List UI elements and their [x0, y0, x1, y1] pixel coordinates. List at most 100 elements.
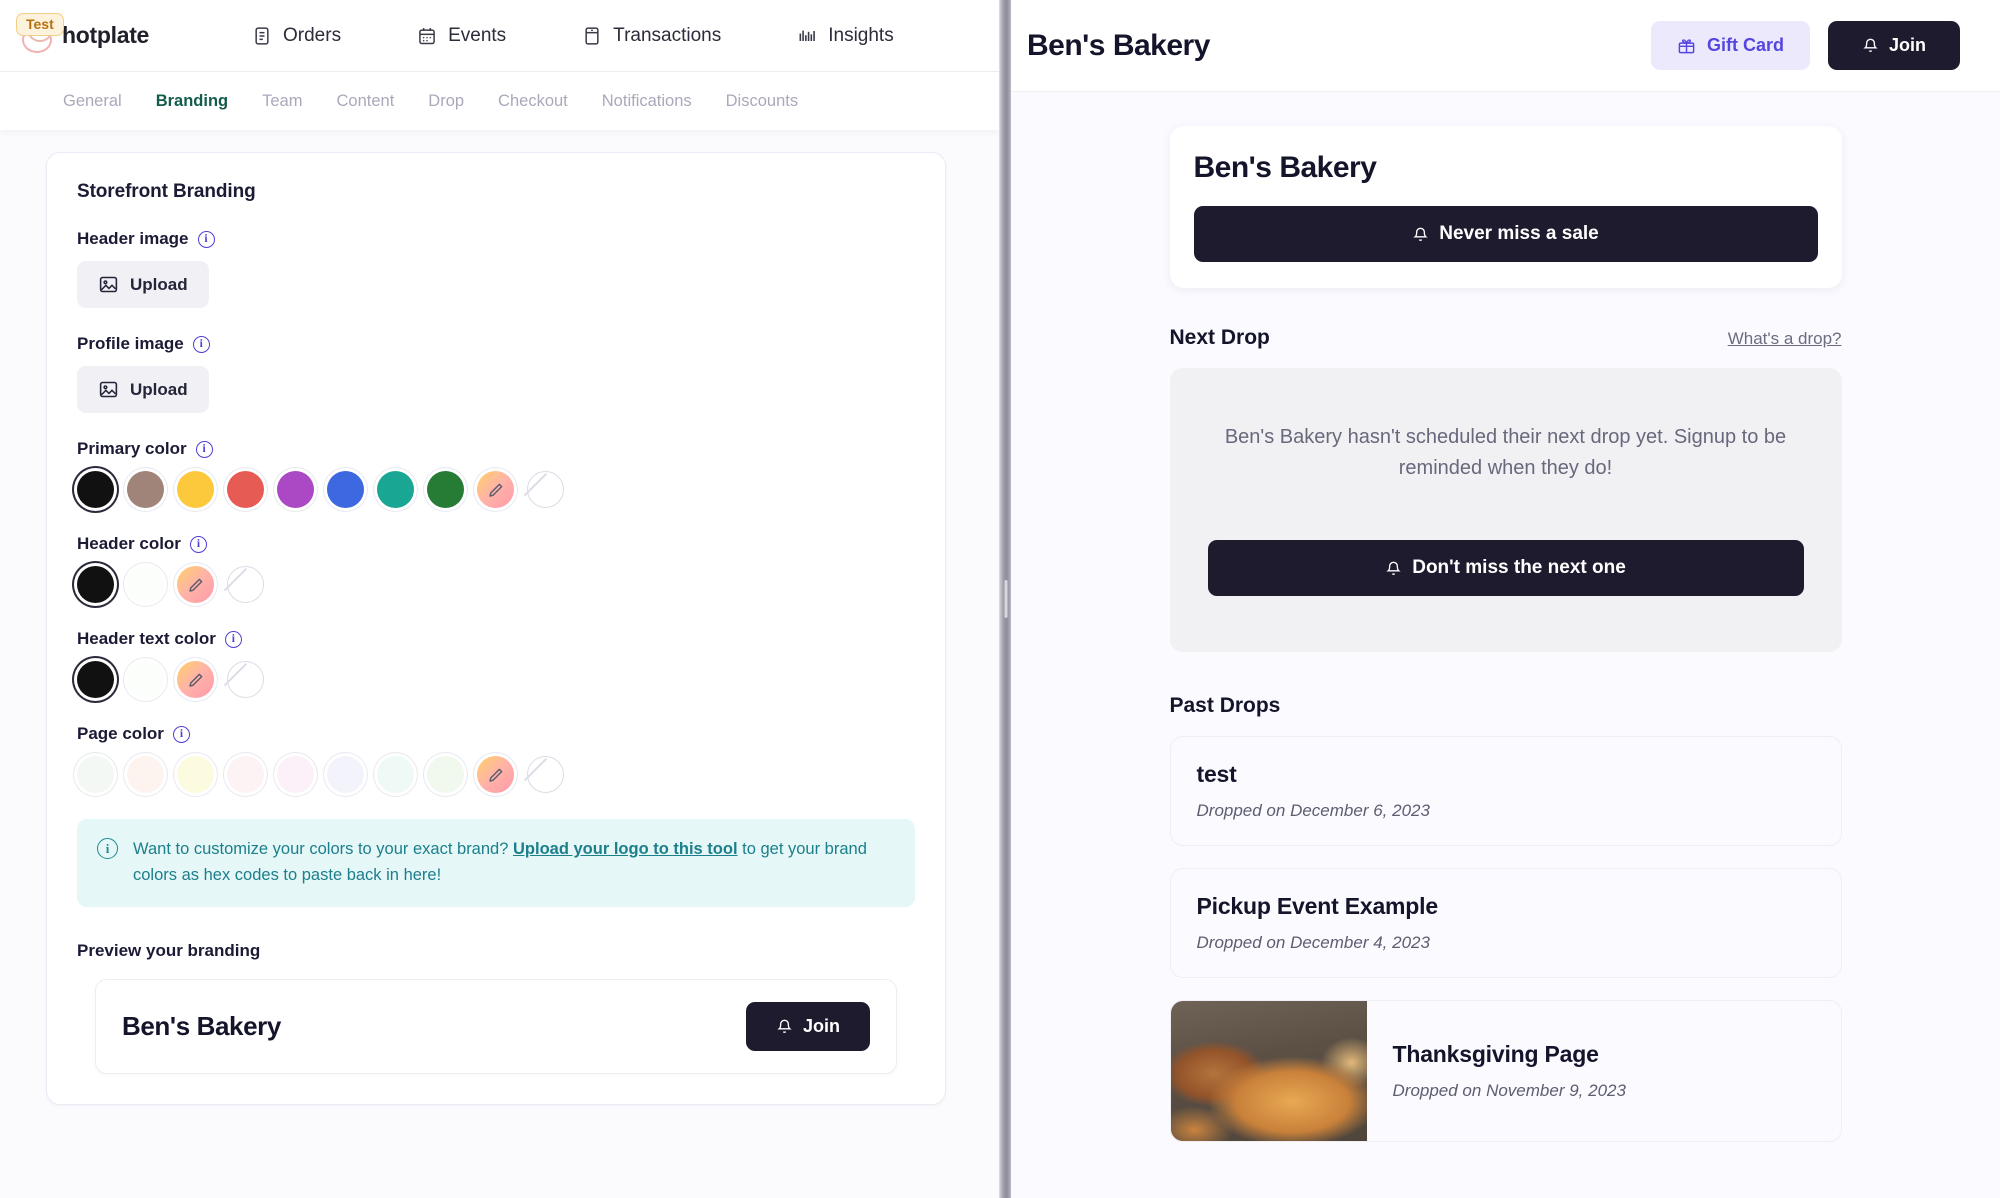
color-swatch-custom[interactable]: [477, 756, 514, 793]
next-drop-empty-message: Ben's Bakery hasn't scheduled their next…: [1224, 426, 1787, 479]
upload-logo-tool-link[interactable]: Upload your logo to this tool: [513, 840, 738, 858]
info-icon[interactable]: i: [197, 230, 215, 248]
next-drop-title: Next Drop: [1169, 326, 1270, 349]
header-text-color-label-row: Header text color i: [77, 629, 915, 649]
never-miss-a-sale-label: Never miss a sale: [1439, 223, 1599, 244]
past-drop-date: Dropped on November 9, 2023: [1392, 1081, 1626, 1100]
info-icon[interactable]: i: [192, 335, 210, 353]
nav-label-events: Events: [448, 24, 507, 46]
app-root: Test hotplate Orders Events Transactions…: [0, 0, 2000, 1198]
page-color-swatches: [77, 756, 915, 793]
color-swatch-none[interactable]: [227, 661, 264, 698]
header-text-color-swatches: [77, 661, 915, 698]
color-swatch[interactable]: [377, 471, 414, 508]
preview-join-label: Join: [802, 1015, 840, 1036]
profile-image-upload-label: Upload: [130, 379, 188, 399]
nav-label-orders: Orders: [283, 24, 342, 46]
profile-image-label-row: Profile image i: [77, 334, 915, 354]
storefront-title: Ben's Bakery: [1027, 28, 1210, 62]
color-swatch-none[interactable]: [527, 471, 564, 508]
tab-general[interactable]: General: [46, 86, 139, 117]
color-swatch[interactable]: [227, 471, 264, 508]
nav-item-events[interactable]: Events: [379, 17, 544, 55]
header-color-label-row: Header color i: [77, 534, 915, 554]
branding-form-scroll-area[interactable]: Storefront Branding Header image i Uploa…: [0, 130, 999, 1198]
color-swatch-none[interactable]: [527, 756, 564, 793]
tab-checkout[interactable]: Checkout: [481, 86, 585, 117]
past-drop-card[interactable]: Pickup Event Example Dropped on December…: [1169, 868, 1842, 978]
color-swatch[interactable]: [177, 756, 214, 793]
color-swatch[interactable]: [427, 756, 464, 793]
header-color-swatches: [77, 566, 915, 603]
info-icon[interactable]: i: [172, 725, 190, 743]
tab-team[interactable]: Team: [245, 86, 319, 117]
header-image-upload-label: Upload: [130, 274, 188, 294]
storefront-join-button[interactable]: Join: [1827, 21, 1960, 70]
past-drop-card[interactable]: test Dropped on December 6, 2023: [1169, 736, 1842, 846]
info-icon[interactable]: i: [189, 535, 207, 553]
main-nav: Orders Events Transactions Insights: [214, 17, 932, 55]
next-drop-empty-state: Ben's Bakery hasn't scheduled their next…: [1169, 368, 1842, 652]
image-icon: [98, 379, 119, 400]
tab-discounts[interactable]: Discounts: [709, 86, 815, 117]
nav-item-insights[interactable]: Insights: [759, 17, 931, 55]
gift-card-button[interactable]: Gift Card: [1650, 21, 1810, 70]
nav-item-orders[interactable]: Orders: [214, 17, 379, 55]
tip-text-before: Want to customize your colors to your ex…: [133, 840, 513, 858]
color-swatch[interactable]: [277, 756, 314, 793]
tab-notifications[interactable]: Notifications: [585, 86, 709, 117]
past-drops-title: Past Drops: [1169, 694, 1281, 717]
settings-subtabs: General Branding Team Content Drop Check…: [0, 72, 999, 130]
plate-logo-icon: Test: [14, 12, 64, 59]
storefront-header: Ben's Bakery Gift Card Join: [1011, 0, 2000, 92]
top-navigation-bar: Test hotplate Orders Events Transactions…: [0, 0, 999, 72]
dont-miss-next-one-button[interactable]: Don't miss the next one: [1207, 540, 1804, 596]
color-swatch[interactable]: [127, 661, 164, 698]
whats-a-drop-link[interactable]: What's a drop?: [1728, 329, 1842, 349]
dont-miss-next-one-label: Don't miss the next one: [1412, 557, 1626, 578]
storefront-body[interactable]: Ben's Bakery Never miss a sale Next Drop…: [1011, 92, 2000, 1198]
color-swatch[interactable]: [277, 471, 314, 508]
color-swatch[interactable]: [77, 566, 114, 603]
hero-store-name: Ben's Bakery: [1193, 151, 1377, 184]
color-swatch[interactable]: [77, 661, 114, 698]
tip-text: Want to customize your colors to your ex…: [133, 836, 895, 889]
color-swatch[interactable]: [127, 566, 164, 603]
color-swatch[interactable]: [377, 756, 414, 793]
past-drop-date: Dropped on December 4, 2023: [1196, 933, 1430, 952]
tab-branding[interactable]: Branding: [139, 86, 245, 117]
color-swatch[interactable]: [127, 471, 164, 508]
card-title: Storefront Branding: [77, 181, 256, 202]
info-icon[interactable]: i: [224, 630, 242, 648]
brand-logo[interactable]: Test hotplate: [14, 12, 184, 59]
bell-icon: [776, 1017, 793, 1036]
color-swatch[interactable]: [177, 471, 214, 508]
tab-drop[interactable]: Drop: [411, 86, 481, 117]
profile-image-upload-button[interactable]: Upload: [77, 366, 209, 413]
color-swatch[interactable]: [77, 756, 114, 793]
never-miss-a-sale-button[interactable]: Never miss a sale: [1193, 206, 1818, 262]
panel-splitter-handle[interactable]: [1000, 0, 1011, 1198]
color-swatch[interactable]: [127, 756, 164, 793]
past-drop-title: test: [1196, 761, 1237, 787]
gift-icon: [1677, 36, 1696, 55]
page-color-label: Page color: [77, 724, 164, 743]
bell-icon: [1412, 225, 1429, 244]
color-swatch[interactable]: [427, 471, 464, 508]
color-swatch[interactable]: [327, 756, 364, 793]
color-swatch[interactable]: [327, 471, 364, 508]
header-image-upload-button[interactable]: Upload: [77, 261, 209, 308]
past-drop-card[interactable]: Thanksgiving Page Dropped on November 9,…: [1169, 1000, 1842, 1142]
color-swatch-none[interactable]: [227, 566, 264, 603]
color-swatch-custom[interactable]: [477, 471, 514, 508]
admin-panel: Test hotplate Orders Events Transactions…: [0, 0, 1000, 1198]
color-swatch-custom[interactable]: [177, 566, 214, 603]
preview-join-button[interactable]: Join: [745, 1001, 870, 1051]
color-swatch[interactable]: [77, 471, 114, 508]
color-swatch-custom[interactable]: [177, 661, 214, 698]
header-image-label: Header image: [77, 229, 189, 248]
color-swatch[interactable]: [227, 756, 264, 793]
info-icon[interactable]: i: [195, 440, 213, 458]
tab-content[interactable]: Content: [319, 86, 411, 117]
nav-item-transactions[interactable]: Transactions: [544, 17, 759, 55]
